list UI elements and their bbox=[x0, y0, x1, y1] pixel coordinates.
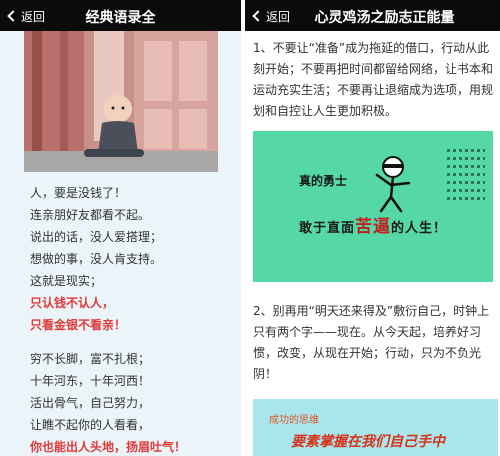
quote-line: 十年河东，十年河西！ bbox=[30, 374, 151, 388]
mini-text-decoration bbox=[447, 149, 485, 205]
banner-big-text: 要素掌握在我们自己手中 bbox=[291, 434, 445, 450]
banner-small-text: 成功的思维 bbox=[269, 415, 319, 426]
quote-line: 让瞧不起你的人看看， bbox=[30, 418, 151, 432]
navigation-bar: 返回 心灵鸡汤之励志正能量 bbox=[245, 0, 500, 31]
left-article-screen: 返回 经典语录全 人，要是没钱了！ 连亲朋好友都看不起。 说出的话，没人爱搭理； bbox=[0, 0, 241, 456]
card-emphasis-1: 苦 bbox=[355, 217, 374, 237]
paragraph-1: 1、不要让“准备”成为拖延的借口，行动从此刻开始；不要再把时间都留给网络，让书本… bbox=[253, 41, 494, 118]
quote-line: 活出骨气，自己努力， bbox=[30, 396, 151, 410]
card-line-2-end: 的人生！ bbox=[391, 221, 448, 236]
paragraph-2: 2、别再用“明天还来得及”敷衍自己，时钟上只有两个字——现在。从今天起，培养好习… bbox=[253, 304, 490, 381]
quote-text: 人，要是没钱了！ 连亲朋好友都看不起。 说出的话，没人爱搭理； 想做的事，没人肯… bbox=[30, 182, 235, 456]
quote-line-highlight: 你也能出人头地，扬眉吐气！ bbox=[30, 440, 187, 454]
warrior-image-card: 真的勇士 敢于直面苦逼的人生！ bbox=[253, 131, 493, 282]
page-title: 心灵鸡汤之励志正能量 bbox=[314, 10, 455, 26]
quote-line: 穷不长脚，富不扎根； bbox=[30, 352, 151, 366]
page-title: 经典语录全 bbox=[85, 10, 156, 26]
card-line-1: 真的勇士 bbox=[299, 174, 348, 188]
chevron-left-icon bbox=[252, 10, 264, 22]
success-banner-image: 成功的思维 要素掌握在我们自己手中 bbox=[253, 399, 498, 456]
card-emphasis-2: 逼 bbox=[373, 217, 392, 237]
card-line-2: 敢于直面苦逼的人生！ bbox=[299, 212, 447, 237]
quote-line: 说出的话，没人爱搭理； bbox=[30, 230, 163, 244]
quote-line-highlight: 只看金银不看亲！ bbox=[30, 318, 127, 332]
quote-line: 这就是现实； bbox=[30, 274, 103, 288]
quote-line-highlight: 只认钱不认人， bbox=[30, 296, 115, 310]
monk-child-photo bbox=[24, 31, 218, 172]
quote-line: 人，要是没钱了！ bbox=[30, 186, 127, 200]
quote-line: 连亲朋好友都看不起。 bbox=[30, 208, 151, 222]
right-article-screen: 返回 心灵鸡汤之励志正能量 1、不要让“准备”成为拖延的借口，行动从此刻开始；不… bbox=[245, 0, 500, 456]
navigation-bar: 返回 经典语录全 bbox=[0, 0, 241, 31]
quote-line: 想做的事，没人肯支持。 bbox=[30, 252, 163, 266]
card-line-2-start: 敢于直面 bbox=[299, 221, 356, 236]
cartoon-figure-icon bbox=[375, 156, 411, 213]
